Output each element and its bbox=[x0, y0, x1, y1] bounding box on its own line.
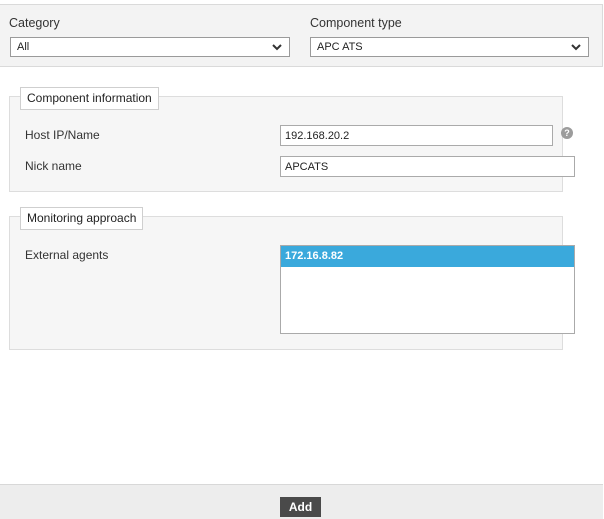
help-icon[interactable]: ? bbox=[561, 127, 573, 139]
footer-bar: Add bbox=[0, 484, 603, 519]
add-button[interactable]: Add bbox=[280, 497, 321, 517]
list-item-selected[interactable]: 172.16.8.82 bbox=[281, 246, 574, 267]
category-select[interactable]: All bbox=[10, 37, 290, 57]
external-agents-label: External agents bbox=[25, 248, 109, 262]
chevron-down-icon bbox=[272, 44, 282, 51]
component-type-label: Component type bbox=[310, 16, 402, 30]
category-label: Category bbox=[9, 16, 60, 30]
category-selected-value: All bbox=[17, 41, 30, 53]
component-information-legend: Component information bbox=[20, 87, 159, 110]
nick-name-label: Nick name bbox=[25, 159, 82, 173]
nick-name-input[interactable] bbox=[280, 156, 575, 177]
host-ip-label: Host IP/Name bbox=[25, 128, 100, 142]
chevron-down-icon bbox=[571, 44, 581, 51]
filter-bar: Category All Component type APC ATS bbox=[0, 4, 603, 67]
monitoring-approach-legend: Monitoring approach bbox=[20, 207, 144, 230]
component-type-selected-value: APC ATS bbox=[317, 41, 363, 53]
host-ip-input[interactable] bbox=[280, 125, 553, 146]
external-agents-listbox[interactable]: 172.16.8.82 bbox=[280, 245, 575, 334]
component-type-select[interactable]: APC ATS bbox=[310, 37, 589, 57]
